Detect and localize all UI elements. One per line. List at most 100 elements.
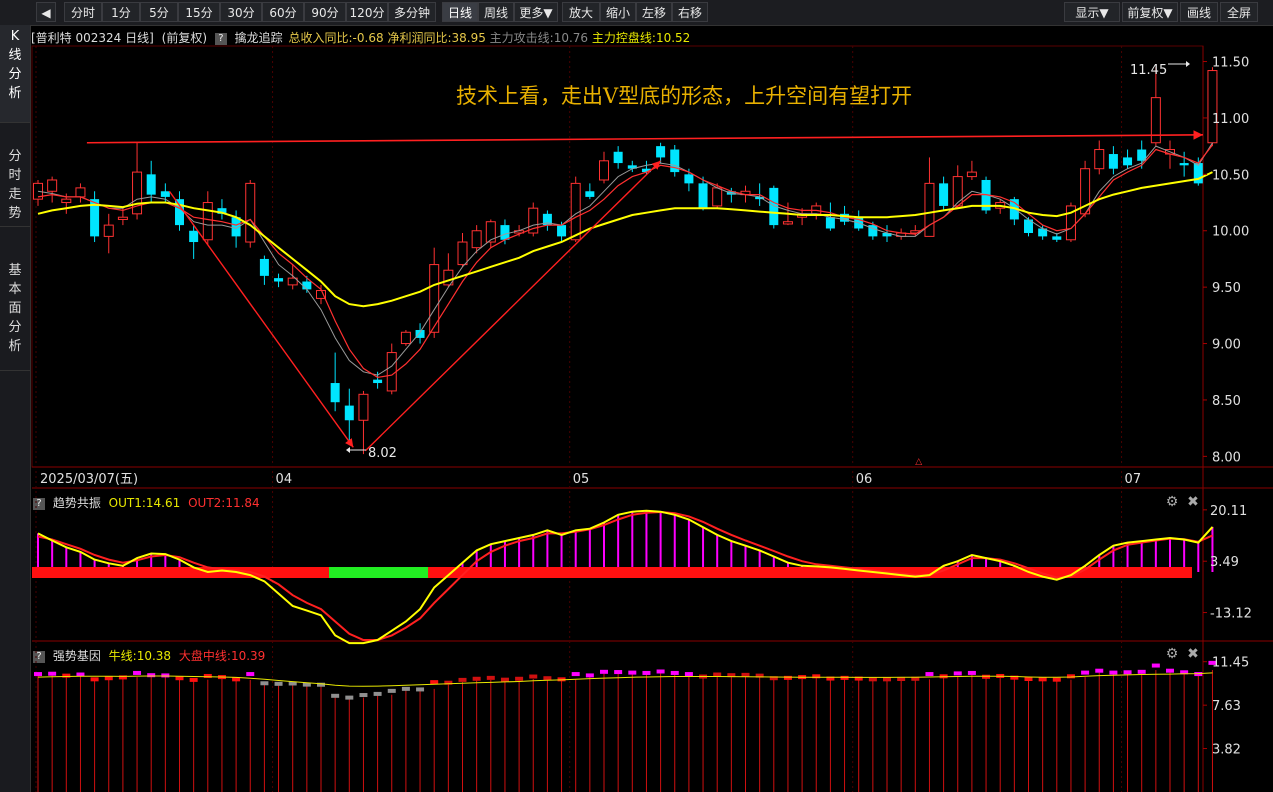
info-bar: [普利特 002324 日线] (前复权) ? 擒龙追踪 总收入同比:-0.68…	[31, 29, 690, 45]
tab-1[interactable]: 1分	[102, 2, 140, 22]
gene-cap	[642, 670, 651, 675]
gear-icon[interactable]: ⚙︎	[1164, 646, 1180, 662]
gene-cap	[104, 676, 113, 681]
tab-10[interactable]: 周线	[478, 2, 514, 22]
indicator-name[interactable]: 擒龙追踪	[235, 31, 283, 45]
candle-body	[274, 278, 284, 282]
candle-body	[1094, 149, 1105, 170]
low-pointer-head	[346, 447, 350, 453]
tab-5[interactable]: 60分	[262, 2, 304, 22]
gene-cap	[996, 673, 1005, 678]
gene-cap	[812, 674, 821, 679]
candle-body	[500, 225, 510, 240]
candle-body	[1024, 219, 1033, 234]
resistance-line	[86, 130, 1204, 144]
candle-body	[344, 405, 354, 421]
candle-body	[415, 330, 425, 338]
back-arrow-icon[interactable]: ◀︎	[36, 2, 56, 22]
close-icon[interactable]: ✖︎	[1185, 494, 1201, 510]
candle-body	[189, 230, 199, 243]
osc-base-band	[32, 567, 1192, 578]
gene-cap	[373, 691, 382, 696]
tab-13[interactable]: 缩小	[600, 2, 636, 22]
gene-cap	[288, 681, 297, 686]
help-icon[interactable]: ?	[33, 650, 45, 663]
candle-body	[1009, 199, 1019, 220]
gene-cap	[699, 674, 708, 679]
gene-cap	[868, 677, 877, 682]
tab-0[interactable]: 分时	[64, 2, 102, 22]
gene-axis-label: 3.82	[1212, 743, 1241, 758]
candle-body	[528, 207, 539, 234]
gene-cap	[500, 677, 509, 682]
candle-body	[981, 179, 991, 211]
panel2-name[interactable]: 趋势共振	[53, 496, 101, 510]
tab-15[interactable]: 右移	[672, 2, 708, 22]
candle-body	[939, 183, 949, 206]
toolbar-right-button-0[interactable]: 显示▼	[1064, 2, 1120, 22]
candle-body	[245, 182, 256, 243]
price-axis-label: 9.00	[1212, 338, 1241, 353]
tab-9[interactable]: 日线	[442, 2, 478, 22]
tab-8[interactable]: 多分钟	[388, 2, 436, 22]
candle-body	[443, 269, 454, 286]
gene-cap	[600, 669, 608, 674]
gene-cap	[1024, 677, 1033, 682]
gene-cap	[529, 674, 538, 679]
osc-axis-label: -13.12	[1210, 607, 1252, 622]
toolbar-right-button-3[interactable]: 全屏	[1220, 2, 1258, 22]
tab-7[interactable]: 120分	[346, 2, 388, 22]
high-price-label: 11.45	[1130, 63, 1167, 78]
candle-body	[1108, 154, 1118, 169]
gene-cap	[614, 670, 623, 675]
gene-cap	[34, 672, 42, 677]
gene-cap	[911, 676, 920, 681]
market-line-value: 大盘中线:10.39	[178, 649, 266, 663]
gene-cap	[1010, 675, 1019, 680]
gene-cap	[1194, 672, 1203, 677]
candle-body	[868, 225, 878, 237]
gene-cap	[246, 672, 255, 677]
out1-line	[37, 509, 1214, 645]
gene-cap	[826, 676, 835, 681]
tab-6[interactable]: 90分	[304, 2, 346, 22]
osc-axis-label: 3.49	[1210, 555, 1239, 570]
price-axis-label: 11.00	[1212, 112, 1249, 127]
kline-chart[interactable]: 11.45 8.02 11.50 11.00 10.50 10.00 9.50 9.00 8.…	[0, 0, 1273, 792]
nav-kline-analysis[interactable]: K 线 分 析	[0, 25, 30, 123]
gene-cap	[217, 675, 226, 680]
tab-4[interactable]: 30分	[220, 2, 262, 22]
tab-3[interactable]: 15分	[178, 2, 220, 22]
help-icon[interactable]: ?	[33, 497, 45, 510]
panel3-name[interactable]: 强势基因	[53, 649, 101, 663]
candle-body	[330, 383, 340, 403]
gene-cap	[727, 673, 736, 678]
tab-2[interactable]: 5分	[140, 2, 178, 22]
ma-gray-line	[37, 142, 1213, 376]
gene-cap	[783, 675, 792, 680]
toolbar-right-button-1[interactable]: 前复权▼	[1122, 2, 1178, 22]
gene-cap	[628, 670, 637, 675]
candle-body	[627, 165, 637, 169]
close-icon[interactable]: ✖︎	[1185, 646, 1201, 662]
nav-fundamental[interactable]: 基 本 面 分 析	[0, 227, 30, 371]
gene-cap	[430, 680, 439, 685]
candle-body	[132, 171, 143, 215]
candle-body	[1080, 168, 1091, 215]
help-icon[interactable]: ?	[214, 32, 227, 45]
toolbar-right-button-2[interactable]: 画线	[1180, 2, 1218, 22]
price-axis-label: 8.50	[1212, 394, 1241, 409]
candle-body	[33, 182, 43, 200]
nav-intraday[interactable]: 分 时 走 势	[0, 123, 30, 227]
gear-icon[interactable]: ⚙︎	[1164, 494, 1180, 510]
gene-cap	[345, 695, 354, 700]
tab-11[interactable]: 更多▼	[514, 2, 558, 22]
gene-cap	[133, 670, 142, 675]
price-axis-label: 8.00	[1212, 450, 1241, 465]
candle-body	[146, 174, 156, 195]
out2-line	[37, 510, 1213, 641]
tab-12[interactable]: 放大	[562, 2, 600, 22]
tab-14[interactable]: 左移	[636, 2, 672, 22]
panel2-title: ? 趋势共振 OUT1:14.61 OUT2:11.84	[31, 494, 260, 510]
panel3-title: ? 强势基因 牛线:10.38 大盘中线:10.39	[31, 647, 265, 663]
